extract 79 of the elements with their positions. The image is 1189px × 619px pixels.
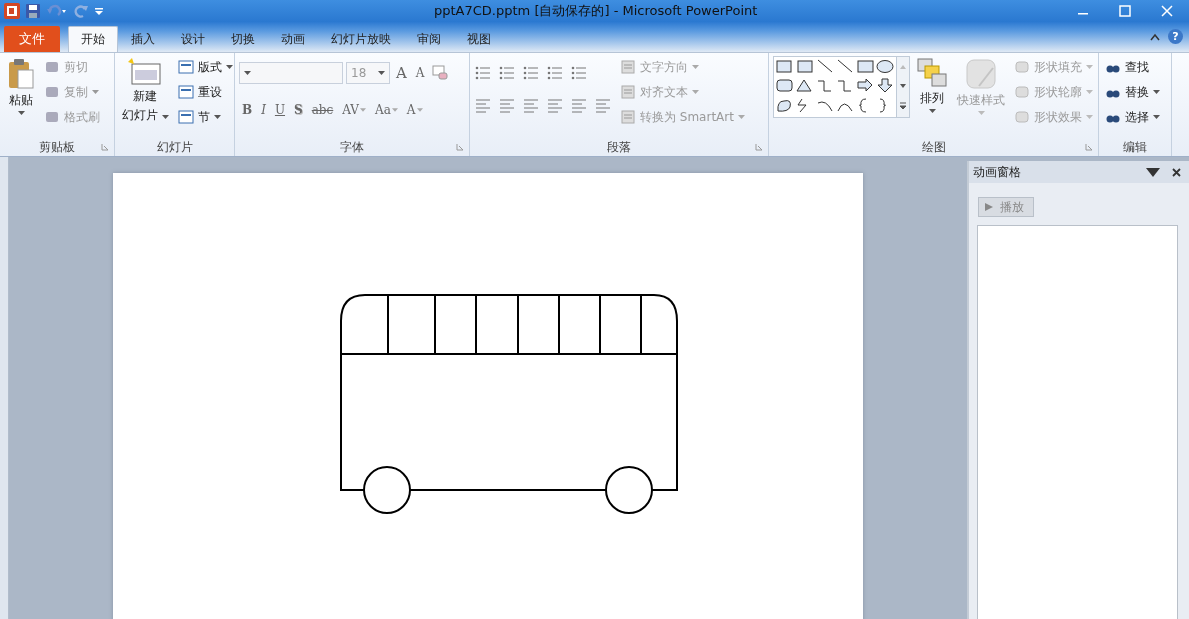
dropdown-arrow-icon [378,70,385,75]
dropdown-arrow-icon [1153,115,1160,119]
group-label: 编辑 [1123,138,1147,156]
expand-gallery-icon[interactable] [899,102,907,111]
dropdown-arrow-icon [1086,115,1093,119]
font-format-button[interactable]: I [258,102,269,117]
slide-command[interactable]: 版式 [175,56,235,78]
ribbon-tab[interactable]: 切换 [218,26,268,52]
dropdown-arrow-icon [161,115,169,119]
ribbon-tab[interactable]: 审阅 [404,26,454,52]
font-format-button[interactable]: U [271,102,289,117]
new-slide-button[interactable]: 新建 幻灯片 [119,56,172,138]
ribbon-tab[interactable]: 开始 [68,26,118,52]
dropdown-arrow-icon [737,115,745,119]
grow-font-button[interactable]: A [393,63,410,82]
rounded-square-icon [965,58,997,90]
font-format-button[interactable]: Aa [372,102,401,117]
help-button[interactable]: ? [1168,29,1183,44]
dropdown-arrow-icon [360,107,366,112]
editing-command[interactable]: 选择 [1103,106,1162,128]
dialog-launcher-icon[interactable] [1085,143,1093,151]
editing-command[interactable]: 替换 [1103,81,1162,103]
paste-button[interactable]: 粘贴 [4,56,38,138]
group-label: 段落 [607,138,631,156]
clear-formatting-icon[interactable] [430,63,449,82]
font-format-button[interactable]: A [403,102,426,117]
dropdown-arrow-icon [692,90,699,94]
powerpoint-logo-icon [4,3,20,19]
ribbon-tab[interactable]: 视图 [454,26,504,52]
dropdown-arrow-icon [1086,65,1093,69]
dropdown-arrow-icon [213,115,221,119]
font-format-button[interactable]: AV [339,102,369,117]
dropdown-arrow-icon [977,111,985,115]
dropdown-arrow-icon [17,111,25,115]
slide-command[interactable]: 重设 [175,81,235,103]
ribbon-tab[interactable]: 插入 [118,26,168,52]
dropdown-arrow-icon [244,70,251,75]
ribbon-tab[interactable]: 幻灯片放映 [318,26,404,52]
font-name-field[interactable] [239,61,343,84]
collapse-ribbon-icon[interactable] [1150,32,1160,41]
dropdown-arrow-icon [1086,90,1093,94]
dialog-launcher-icon[interactable] [456,143,464,151]
ribbon-tab[interactable]: 动画 [268,26,318,52]
dialog-launcher-icon[interactable] [755,143,763,151]
maximize-icon[interactable] [1119,5,1131,17]
shape-gallery[interactable] [773,56,910,118]
editing-command[interactable]: 查找 [1103,56,1162,78]
font-format-button[interactable]: S [291,102,306,117]
play-icon [984,202,994,212]
dropdown-arrow-icon [391,107,398,112]
save-icon[interactable] [25,3,41,19]
layout-icon [177,59,194,75]
file-tab[interactable]: 文件 [4,26,60,52]
font-format-button[interactable]: B [239,102,256,117]
dropdown-arrow-icon [928,109,936,113]
arrange-button[interactable]: 排列 [914,56,950,138]
dropdown-arrow-icon [692,65,699,69]
pane-title: 动画窗格 [973,163,1022,181]
ribbon-tab[interactable]: 设计 [168,26,218,52]
font-format-button[interactable]: abc [308,102,337,117]
new-slide-icon [128,58,163,86]
dropdown-arrow-icon [225,65,233,69]
dropdown-arrow-icon [1153,90,1160,94]
stacked-squares-icon [917,58,947,88]
dialog-launcher-icon[interactable] [101,143,109,151]
slide-command[interactable]: 节 [175,106,235,128]
group-label: 绘图 [921,138,946,156]
window-title: pptA7CD.pptm [自动保存的] - Microsoft PowerPoint [434,2,759,20]
dropdown-arrow-icon [92,90,99,94]
dropdown-arrow-icon [416,107,423,112]
group-label: 幻灯片 [156,138,193,156]
scroll-down-icon[interactable] [899,83,907,89]
group-label: 剪贴板 [39,138,75,156]
close-icon[interactable] [1172,167,1181,177]
pane-menu-icon[interactable] [1146,167,1160,177]
group-label: 字体 [340,138,364,156]
redo-icon[interactable] [73,3,89,19]
shrink-font-button[interactable]: A [412,65,428,80]
clipboard-icon [7,58,35,90]
